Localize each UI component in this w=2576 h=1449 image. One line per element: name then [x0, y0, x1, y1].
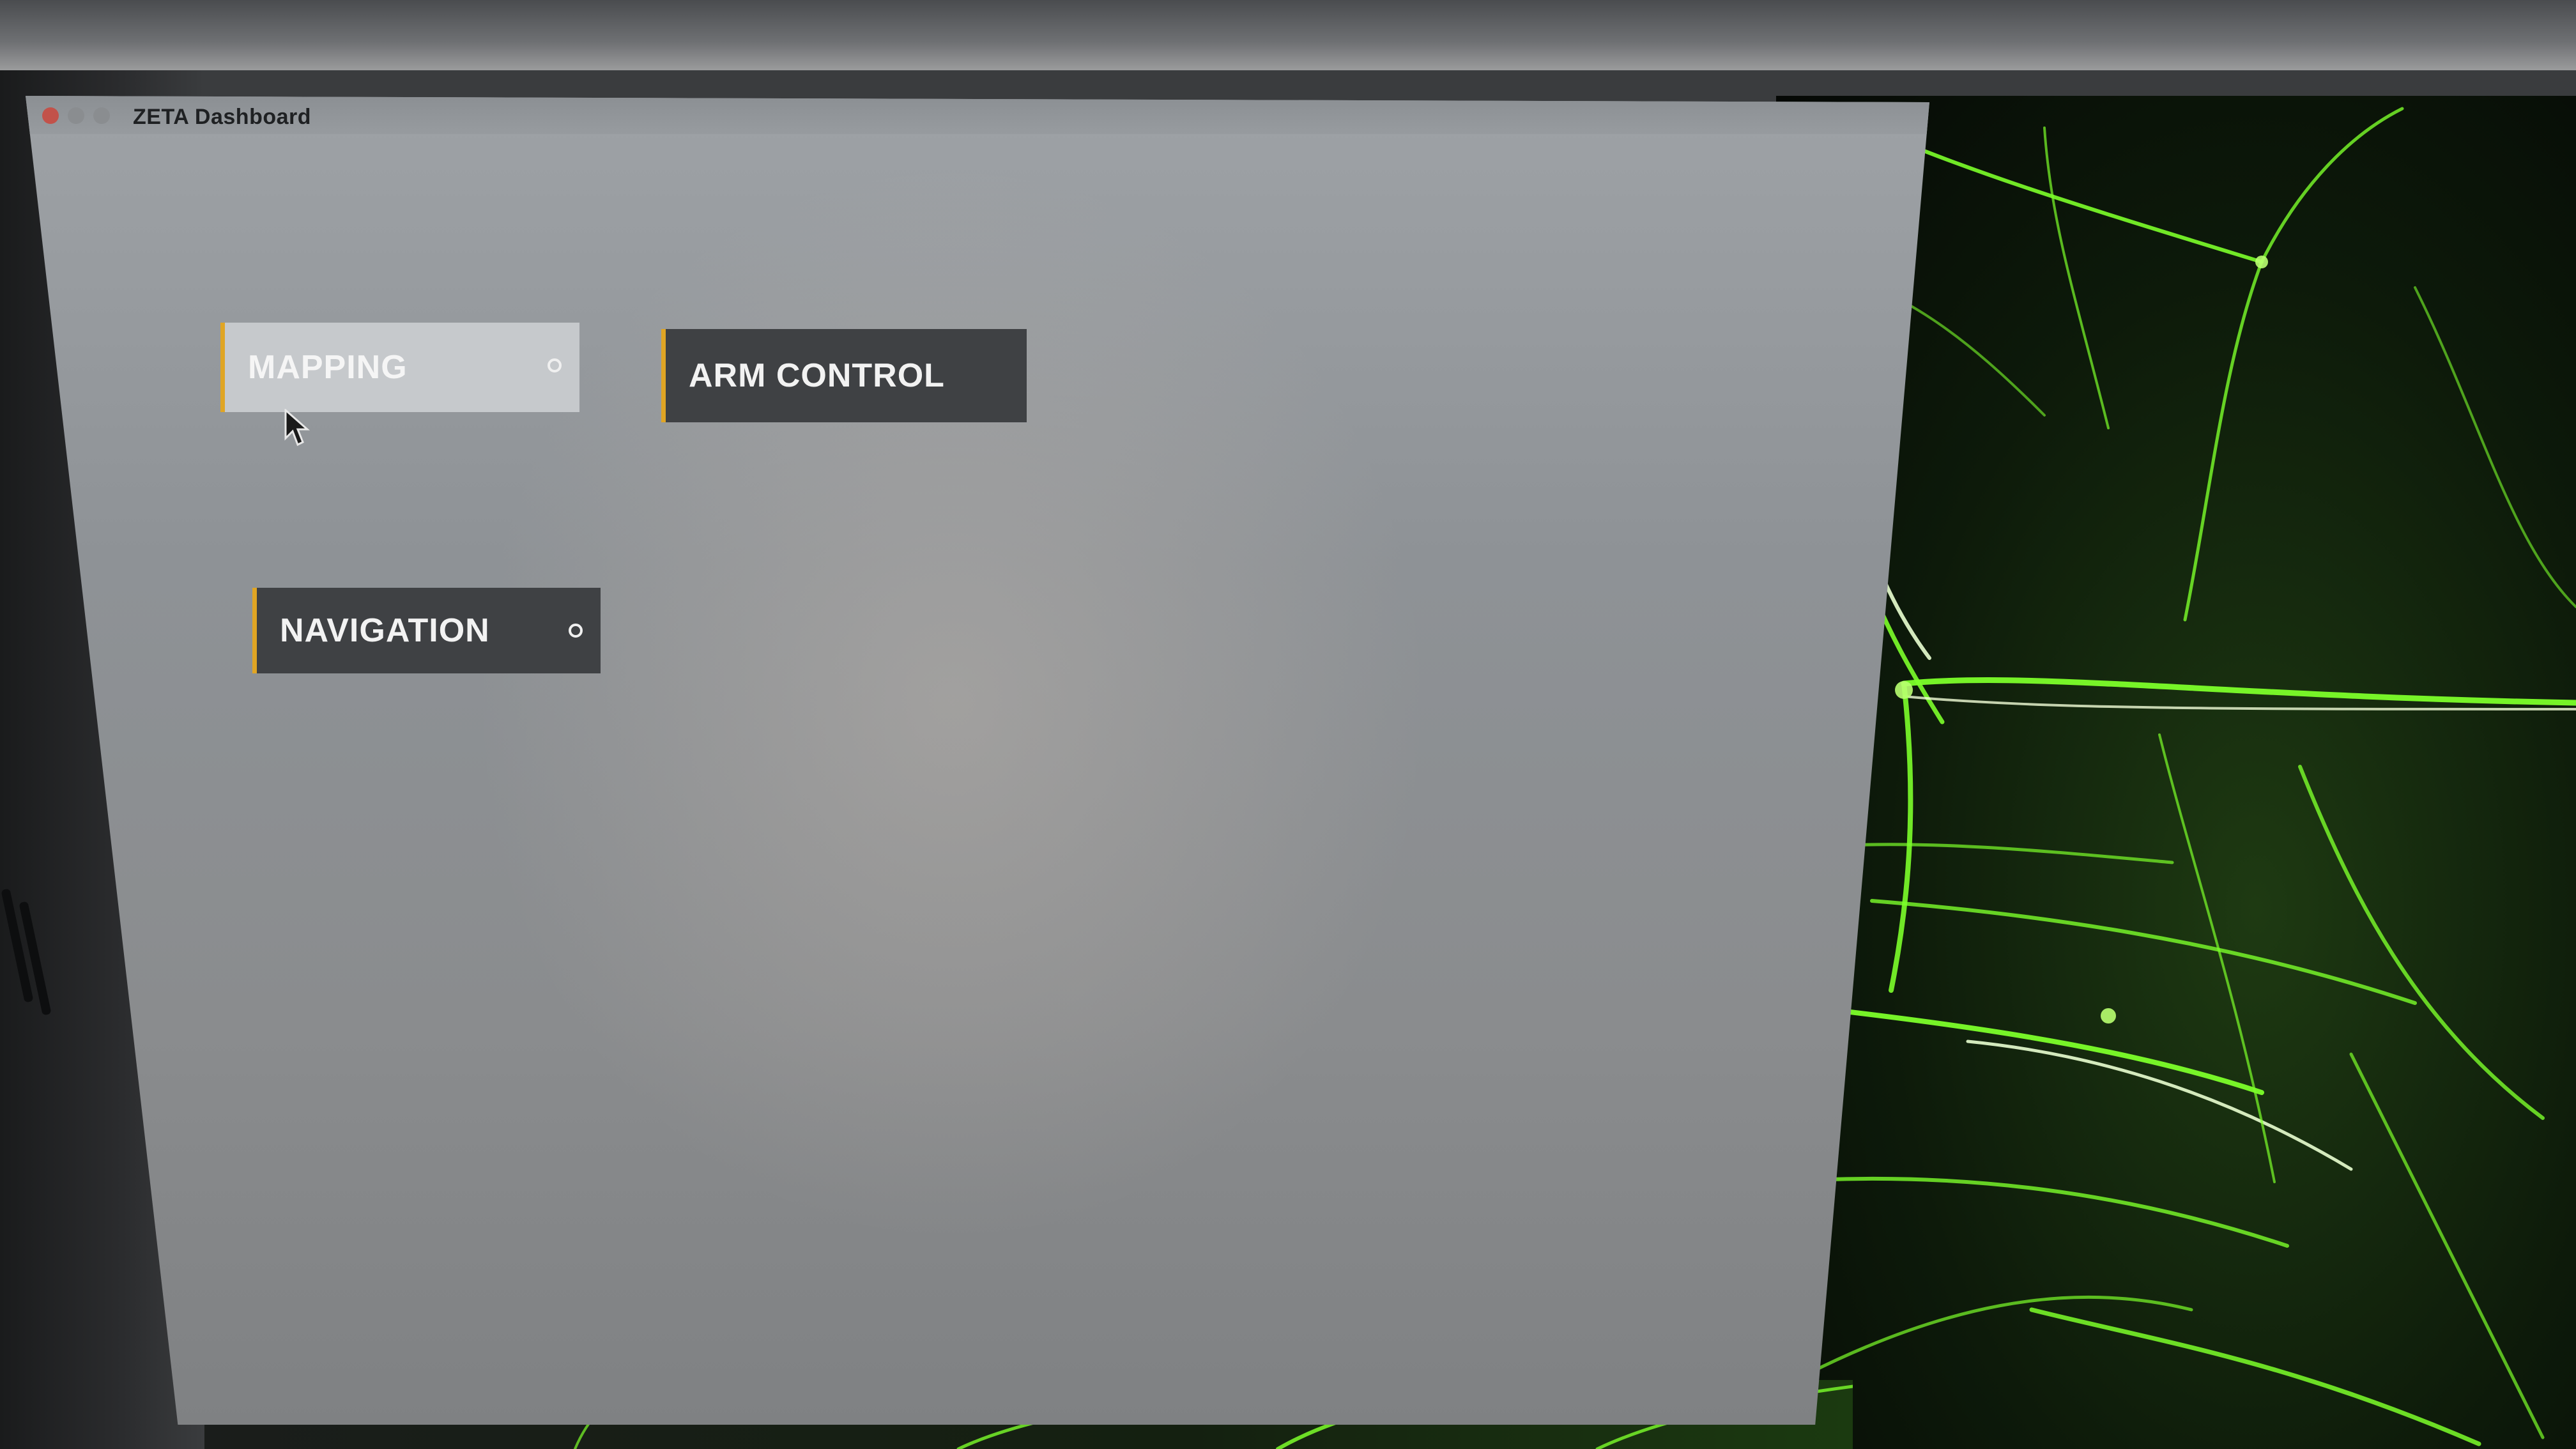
zeta-dashboard-window: ZETA Dashboard MAPPING ARM CONTROL NAVIG…: [26, 96, 1929, 1425]
mapping-button[interactable]: MAPPING: [220, 323, 579, 412]
radio-dot-icon: [569, 624, 583, 638]
traffic-minimize-icon[interactable]: [68, 107, 84, 124]
monitor-top-bezel: [0, 0, 2576, 70]
navigation-button[interactable]: NAVIGATION: [252, 588, 601, 673]
screen-glare: [473, 160, 1431, 1246]
window-title: ZETA Dashboard: [133, 105, 312, 129]
traffic-maximize-icon[interactable]: [93, 107, 110, 124]
photo-scene: ZETA Dashboard MAPPING ARM CONTROL NAVIG…: [0, 0, 2576, 1449]
radio-dot-icon: [548, 358, 562, 372]
traffic-close-icon[interactable]: [42, 107, 59, 124]
navigation-button-label: NAVIGATION: [280, 612, 490, 649]
arm-control-button-label: ARM CONTROL: [689, 357, 945, 394]
arm-control-button[interactable]: ARM CONTROL: [661, 329, 1027, 422]
window-titlebar[interactable]: ZETA Dashboard: [26, 96, 1929, 134]
mapping-button-label: MAPPING: [248, 349, 408, 386]
